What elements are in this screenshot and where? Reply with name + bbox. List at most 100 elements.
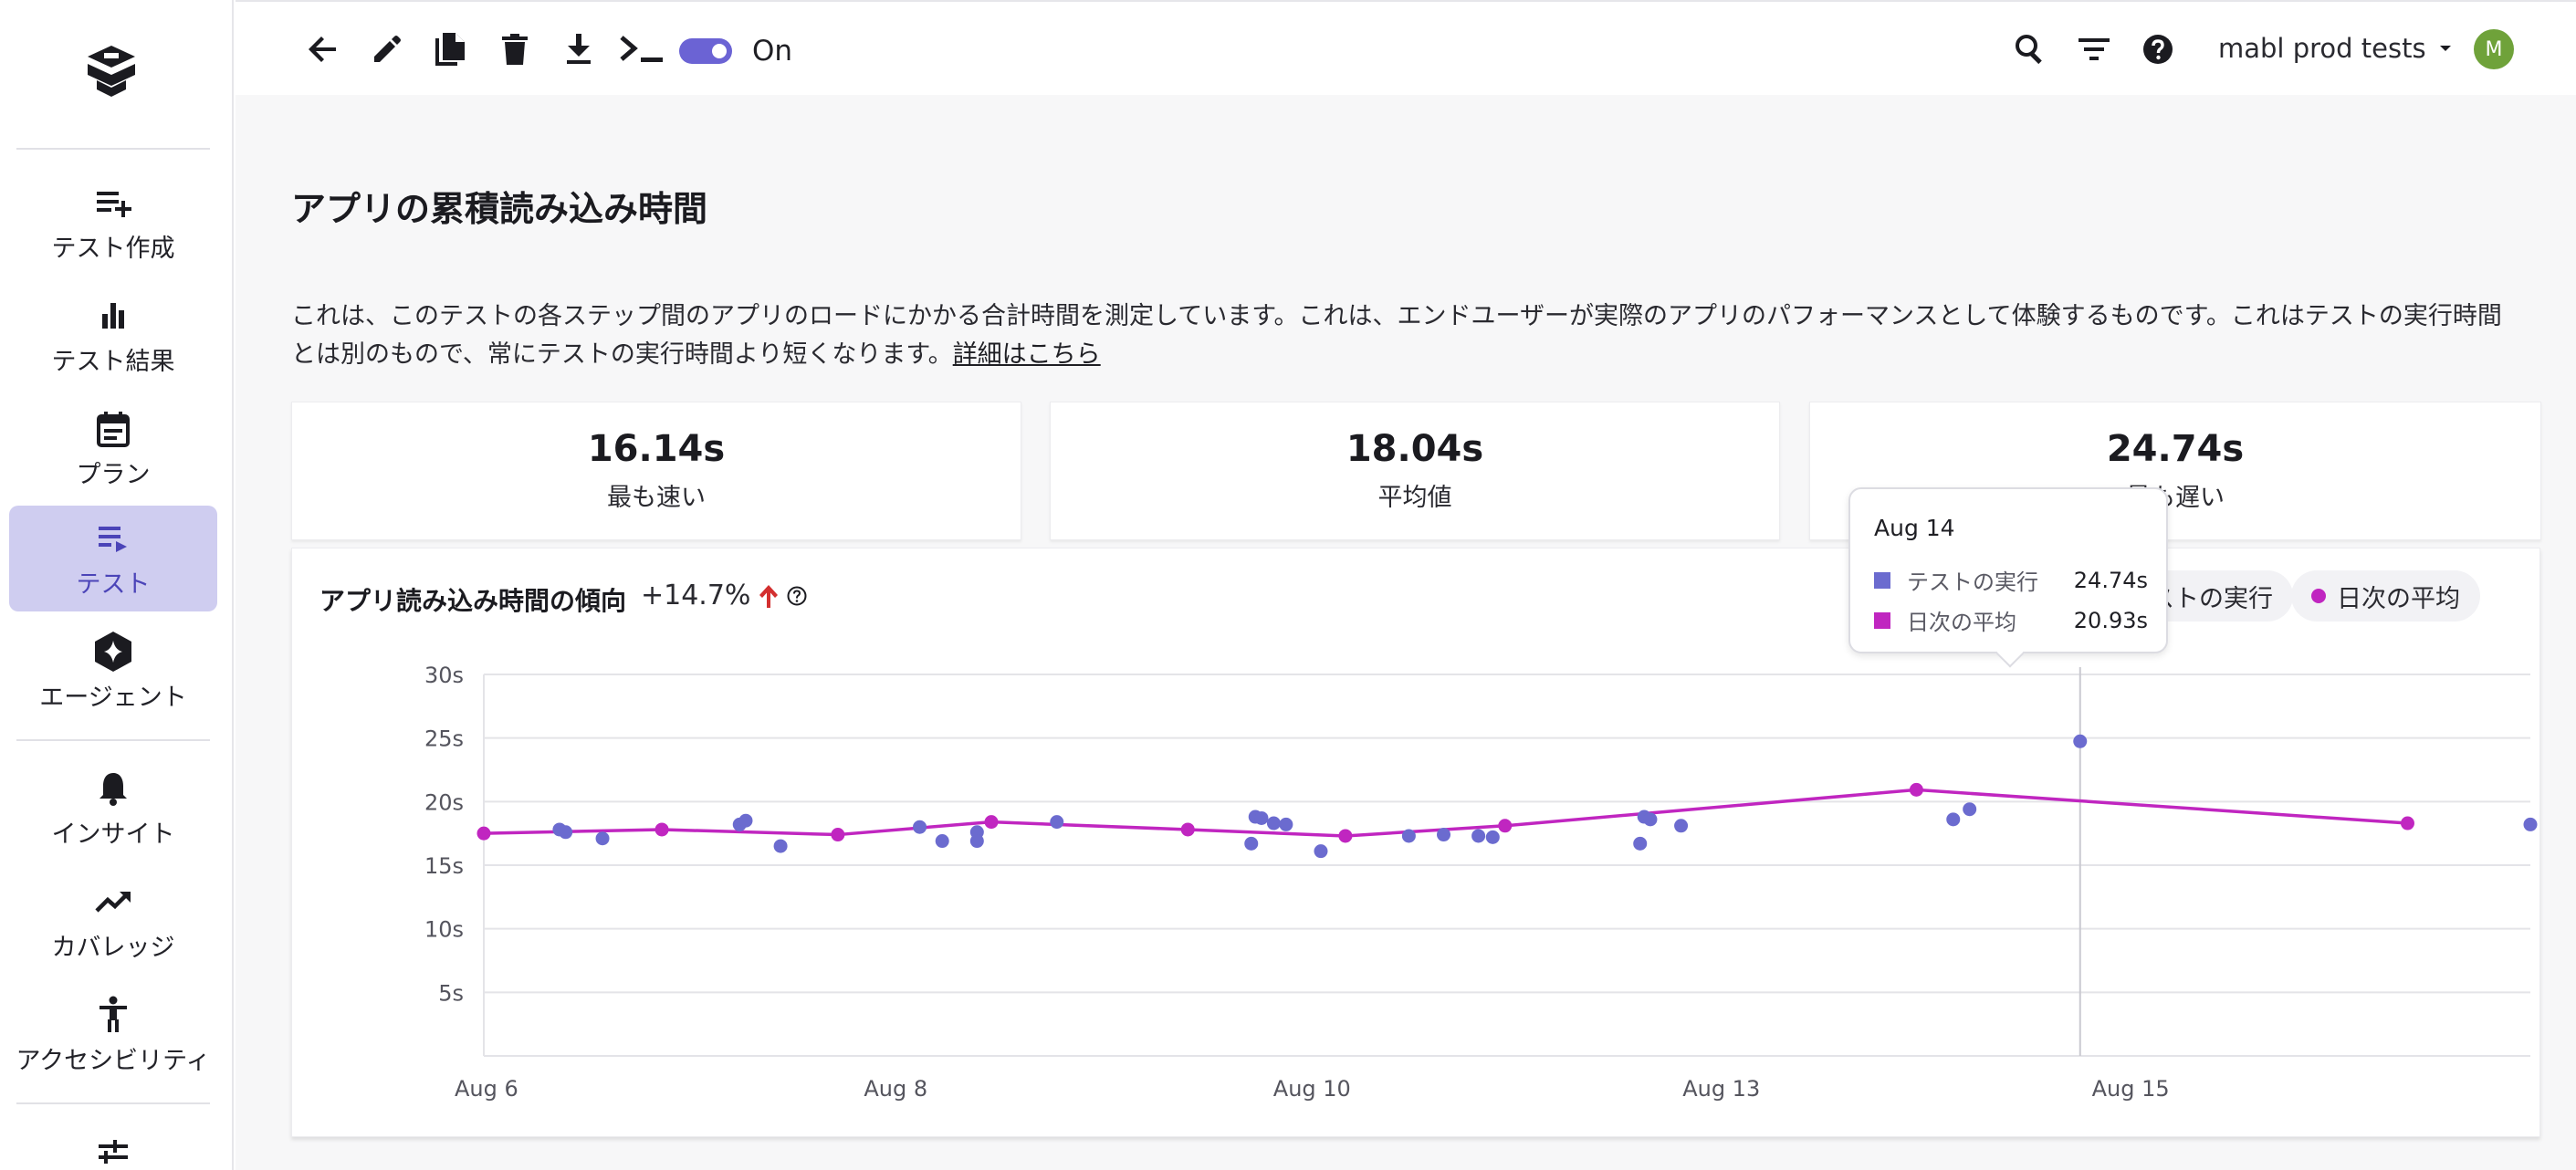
run-point [2073,734,2088,748]
x-tick-label: Aug 10 [1273,1076,1351,1102]
download-icon [567,34,591,64]
toggle-label: On [752,35,793,68]
enabled-toggle[interactable] [679,38,732,64]
x-tick-label: Aug 8 [864,1076,927,1102]
run-point [1314,844,1328,859]
run-point [969,834,984,849]
copy-icon [435,33,465,66]
edit-button[interactable] [367,29,407,69]
filter-button[interactable] [2074,29,2114,69]
tooltip-series-value: 20.93s [2073,607,2148,633]
stat-card-fastest: 16.14s 最も速い [291,402,1021,540]
tooltip-swatch [1874,611,1890,629]
help-icon [2143,35,2173,64]
trending-up-icon [93,882,133,922]
arrow-back-icon [309,37,336,62]
y-tick-label: 25s [424,726,464,752]
sidebar-item-coverage[interactable]: カバレッジ [9,869,217,975]
run-point [1485,830,1500,844]
toolbar: On mabl prod tests M [236,0,2576,95]
search-icon [2016,35,2042,65]
playlist-add-icon [93,183,133,223]
average-point [1498,819,1513,833]
sidebar-item-plans[interactable]: プラン [9,396,217,502]
accessibility-icon [93,995,133,1035]
average-point [1909,782,1923,797]
average-point [476,826,491,841]
bell-icon [93,768,133,809]
toggle-knob [712,44,727,58]
search-button[interactable] [2010,29,2050,69]
stat-label: 平均値 [1377,484,1452,512]
x-tick-label: Aug 6 [455,1076,518,1102]
terminal-button[interactable] [617,29,666,69]
average-point [1180,822,1195,837]
run-point [738,813,753,828]
description-text: これは、このテストの各ステップ間のアプリのロードにかかる合計時間を測定しています… [291,302,2502,369]
page-description: これは、このテストの各ステップ間のアプリのロードにかかる合計時間を測定しています… [291,298,2518,374]
y-tick-label: 30s [424,663,464,688]
trash-icon [502,34,528,65]
average-point [2400,816,2414,830]
sidebar-item-test-results[interactable]: テスト結果 [9,283,217,389]
stat-label: 最も速い [607,484,706,512]
run-point [1674,819,1689,833]
tooltip-series-name: テストの実行 [1907,569,2038,595]
run-point [1401,829,1416,843]
average-point [654,822,669,837]
stat-value: 18.04s [1346,428,1484,470]
sidebar-item-label: テスト [76,569,151,599]
duplicate-button[interactable] [431,29,471,69]
run-point [1643,812,1658,827]
sidebar-divider [16,1102,210,1104]
tooltip-date: Aug 14 [1874,515,1955,541]
y-tick-label: 10s [424,917,464,943]
sliders-icon[interactable] [95,1139,131,1170]
tooltip-series-name: 日次の平均 [1907,610,2016,635]
chart-tooltip: Aug 14 テストの実行 24.74s 日次の平均 20.93s [1848,487,2168,668]
run-point [1266,816,1281,830]
avatar[interactable]: M [2474,29,2514,69]
sidebar-item-agents[interactable]: エージェント [9,619,217,725]
run-point [935,834,949,849]
sidebar-item-label: エージェント [39,683,187,712]
sidebar-item-accessibility[interactable]: アクセシビリティ [9,982,217,1088]
run-point [1963,802,1977,817]
calendar-icon [93,409,133,449]
sidebar-item-insights[interactable]: インサイト [9,756,217,862]
run-point [2523,817,2538,831]
terminal-icon [620,36,663,62]
y-tick-label: 15s [424,853,464,879]
sidebar-item-label: テスト作成 [51,234,175,263]
sidebar-item-create-test[interactable]: テスト作成 [9,170,217,276]
stat-card-average: 18.04s 平均値 [1050,402,1780,540]
run-point [1946,812,1961,827]
average-point [1338,829,1353,843]
playlist-play-icon [93,518,133,559]
bar-chart-icon [93,296,133,336]
y-tick-label: 20s [424,789,464,815]
mabl-logo[interactable] [84,42,139,100]
page-title: アプリの累積読み込み時間 [291,189,708,229]
sidebar-item-label: プラン [76,460,151,489]
back-button[interactable] [303,29,343,69]
sidebar-item-tests[interactable]: テスト [9,506,217,611]
x-tick-label: Aug 13 [1682,1076,1760,1102]
load-time-chart[interactable]: 5s 10s 15s 20s 25s 30s Aug 6 Aug 8 Aug 10 Aug 13 A… [292,548,2541,1138]
delete-button[interactable] [495,29,535,69]
tooltip-swatch [1874,571,1890,589]
tooltip-row-average: 日次の平均 20.93s [1874,604,2148,636]
details-link[interactable]: 詳細はこちら [953,340,1101,369]
help-button[interactable] [2138,29,2178,69]
pencil-icon [374,36,401,62]
run-point [773,839,788,853]
run-point [1244,836,1259,851]
sidebar-item-label: インサイト [51,820,175,849]
run-point [1471,829,1486,843]
download-button[interactable] [559,29,599,69]
run-point [595,831,610,846]
average-point [984,815,999,830]
sidebar-divider [16,148,210,150]
tooltip-row-runs: テストの実行 24.74s [1874,564,2148,596]
workspace-selector[interactable]: mabl prod tests [2218,33,2452,64]
